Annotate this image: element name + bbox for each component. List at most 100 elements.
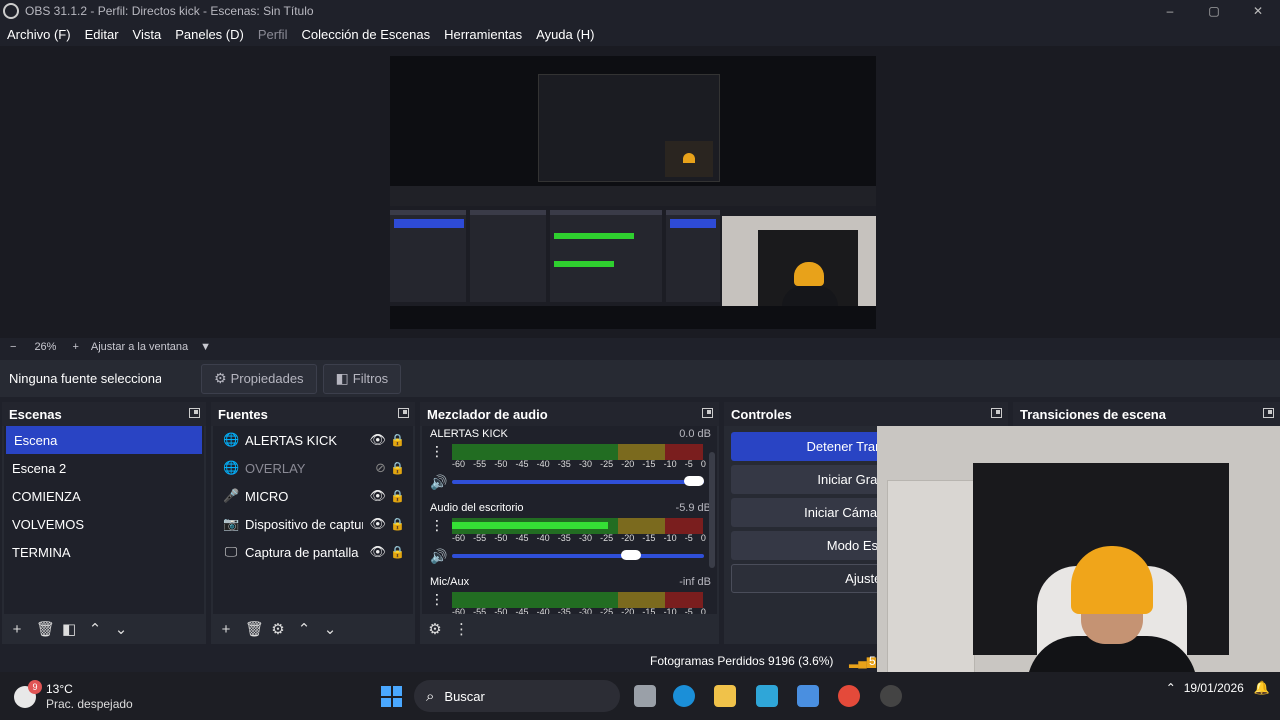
scene-item[interactable]: Escena	[6, 426, 202, 454]
menu-paneles[interactable]: Paneles (D)	[175, 27, 244, 42]
scenes-toolbar: + 🗑 ◧ ⌃ ⌄	[2, 614, 206, 644]
scene-item[interactable]: COMIENZA	[4, 482, 204, 510]
meter-tick: 0	[700, 533, 706, 543]
undock-icon[interactable]	[991, 408, 1002, 418]
eye-icon[interactable]: 👁	[369, 516, 386, 532]
trash-icon[interactable]: 🗑	[36, 620, 55, 638]
lock-icon[interactable]: 🔒	[390, 461, 405, 475]
filters-button[interactable]: ◧ Filtros	[322, 363, 402, 394]
notification-icon[interactable]: 🔔	[1254, 680, 1270, 696]
close-button[interactable]: ✕	[1236, 0, 1280, 22]
more-options-icon[interactable]: ⋮	[430, 444, 444, 458]
lock-icon[interactable]: 🔒	[390, 517, 405, 531]
weather-widget[interactable]: 9 13°C Prac. despejado	[14, 680, 133, 712]
eye-icon[interactable]: 👁	[369, 488, 386, 504]
clock[interactable]: 19/01/2026	[1184, 680, 1244, 696]
eye-icon[interactable]: 👁	[369, 432, 386, 448]
speaker-icon[interactable]: 🔊	[430, 548, 447, 565]
filter-icon: ◧	[335, 370, 349, 386]
lock-icon[interactable]: 🔒	[390, 489, 405, 503]
lock-icon[interactable]: 🔒	[390, 545, 405, 559]
move-up-icon[interactable]: ⌃	[297, 620, 311, 638]
chrome-icon[interactable]	[838, 685, 860, 707]
more-options-icon[interactable]: ⋮	[454, 620, 469, 638]
sources-title: Fuentes	[218, 406, 268, 422]
source-item[interactable]: 🌐 OVERLAY ⊘ 🔒	[213, 454, 413, 482]
fit-to-window-label[interactable]: Ajustar a la ventana	[91, 341, 188, 353]
zoom-out-button[interactable]: −	[10, 341, 16, 353]
volume-slider-handle[interactable]	[621, 550, 642, 560]
meter-tick: -35	[557, 533, 571, 543]
gear-icon[interactable]: ⚙	[271, 620, 285, 638]
undock-icon[interactable]	[398, 408, 409, 418]
volume-slider[interactable]	[452, 480, 704, 484]
meter-tick: -20	[621, 459, 635, 469]
add-icon[interactable]: +	[10, 621, 24, 638]
preview-area[interactable]	[0, 46, 1280, 338]
store-icon[interactable]	[797, 685, 819, 707]
scene-filters-icon[interactable]: ◧	[62, 620, 76, 638]
undock-icon[interactable]	[189, 408, 200, 418]
edge-icon[interactable]	[673, 685, 695, 707]
source-item[interactable]: 🌐 ALERTAS KICK 👁 🔒	[213, 426, 413, 454]
obs-taskbar-icon[interactable]	[880, 685, 902, 707]
show-hidden-icons-icon[interactable]: ⌃	[1166, 681, 1176, 695]
menu-coleccion-escenas[interactable]: Colección de Escenas	[301, 27, 430, 42]
menu-archivo[interactable]: Archivo (F)	[7, 27, 71, 42]
mixer-channel: Mic/Aux -inf dB ⋮ -60 -55 -50 -45 -40 -35 -30-…	[422, 574, 717, 614]
lock-icon[interactable]: 🔒	[390, 433, 405, 447]
notepad-icon[interactable]	[756, 685, 778, 707]
move-down-icon[interactable]: ⌄	[323, 620, 337, 638]
scene-item[interactable]: VOLVEMOS	[4, 510, 204, 538]
properties-button[interactable]: ⚙ Propiedades	[201, 363, 317, 394]
program-preview[interactable]	[390, 56, 876, 329]
search-label: Buscar	[444, 688, 485, 704]
mixer-channel: Audio del escritorio -5.9 dB ⋮ -60 -55 -50…	[422, 500, 717, 574]
menu-ayuda[interactable]: Ayuda (H)	[536, 27, 594, 42]
preview-nested-beanie	[683, 153, 695, 163]
zoom-in-button[interactable]: +	[72, 341, 78, 353]
meter-tick: 0	[700, 607, 706, 614]
mixer-scrollbar[interactable]	[709, 452, 715, 568]
scene-item[interactable]: Escena 2	[4, 454, 204, 482]
more-options-icon[interactable]: ⋮	[430, 518, 444, 532]
globe-icon: 🌐	[223, 460, 240, 475]
file-explorer-icon[interactable]	[714, 685, 736, 707]
advanced-audio-icon[interactable]: ⚙	[428, 620, 442, 638]
speaker-icon[interactable]: 🔊	[430, 474, 447, 491]
volume-slider-handle[interactable]	[684, 476, 704, 486]
undock-icon[interactable]	[702, 408, 713, 418]
meter-tick: -40	[536, 533, 550, 543]
maximize-button[interactable]: ▢	[1192, 0, 1236, 22]
source-item[interactable]: 📷 Dispositivo de captura de vídeo 👁 🔒	[213, 510, 413, 538]
mixer-toolbar: ⚙ ⋮	[420, 614, 719, 644]
menu-editar[interactable]: Editar	[85, 27, 119, 42]
menu-herramientas[interactable]: Herramientas	[444, 27, 522, 42]
menu-vista[interactable]: Vista	[133, 27, 162, 42]
volume-slider[interactable]	[452, 554, 704, 558]
minimize-button[interactable]: –	[1148, 0, 1192, 22]
undock-icon[interactable]	[1263, 408, 1274, 418]
source-label: OVERLAY	[245, 460, 306, 476]
eye-icon[interactable]: 👁	[369, 544, 386, 560]
add-icon[interactable]: +	[219, 621, 233, 638]
taskbar-search[interactable]: ⌕ Buscar	[414, 680, 620, 712]
move-up-icon[interactable]: ⌃	[88, 620, 102, 638]
properties-label: Propiedades	[230, 371, 304, 386]
windows-start-icon[interactable]	[381, 686, 402, 707]
source-item[interactable]: 🖵 Captura de pantalla 👁 🔒	[213, 538, 413, 566]
eye-hidden-icon[interactable]: ⊘	[375, 460, 386, 476]
monitor-icon: 🖵	[224, 544, 238, 559]
sources-list: 🌐 ALERTAS KICK 👁 🔒 🌐 OVERLAY ⊘ 🔒 🎤 MICRO…	[213, 426, 413, 614]
more-options-icon[interactable]: ⋮	[430, 592, 444, 606]
status-extra: 5	[869, 654, 876, 668]
trash-icon[interactable]: 🗑	[245, 620, 264, 638]
task-view-icon[interactable]	[634, 685, 656, 707]
meter-tick: -15	[642, 607, 656, 614]
scene-item[interactable]: TERMINA	[4, 538, 204, 566]
chevron-down-icon[interactable]: ▼	[200, 341, 211, 353]
meter-tick: -25	[600, 607, 614, 614]
menu-perfil[interactable]: Perfil	[258, 27, 288, 42]
move-down-icon[interactable]: ⌄	[114, 620, 128, 638]
source-item[interactable]: 🎤 MICRO 👁 🔒	[213, 482, 413, 510]
